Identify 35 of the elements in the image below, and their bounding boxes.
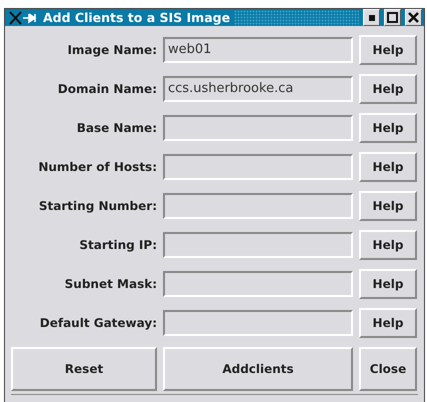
field-label: Default Gateway: <box>38 316 157 330</box>
input-field[interactable] <box>163 154 353 180</box>
input-field[interactable] <box>163 114 353 140</box>
maximize-icon <box>387 12 398 23</box>
field-label: Image Name: <box>66 42 157 56</box>
field-label: Number of Hosts: <box>37 160 157 174</box>
action-button[interactable]: Addclients <box>163 347 353 391</box>
help-button[interactable]: Help <box>359 308 417 338</box>
help-button[interactable]: Help <box>359 190 417 220</box>
help-button[interactable]: Help <box>359 74 417 104</box>
action-button[interactable]: Reset <box>11 347 157 391</box>
maximize-button[interactable] <box>384 9 401 26</box>
field-label: Base Name: <box>76 120 157 134</box>
input-field[interactable]: ccs.usherbrooke.ca <box>163 76 353 102</box>
help-button[interactable]: Help <box>359 268 417 298</box>
action-button[interactable]: Close <box>359 347 417 391</box>
help-button[interactable]: Help <box>359 230 417 260</box>
help-button[interactable]: Help <box>359 34 417 64</box>
help-button[interactable]: Help <box>359 152 417 182</box>
field-label: Subnet Mask: <box>64 276 157 290</box>
minimize-button[interactable] <box>363 9 380 26</box>
field-label: Starting IP: <box>78 238 157 252</box>
window-title: Add Clients to a SIS Image <box>43 10 230 25</box>
close-button[interactable] <box>405 9 422 26</box>
minimize-icon <box>368 14 374 20</box>
input-field[interactable] <box>163 232 353 258</box>
field-label: Starting Number: <box>38 198 157 212</box>
window-menu-icon[interactable] <box>9 10 39 24</box>
help-button[interactable]: Help <box>359 112 417 142</box>
input-field[interactable] <box>163 192 353 218</box>
close-icon <box>408 12 419 23</box>
input-field[interactable]: web01 <box>163 36 353 62</box>
field-label: Domain Name: <box>56 82 157 96</box>
input-field[interactable] <box>163 270 353 296</box>
input-field[interactable] <box>163 310 353 336</box>
